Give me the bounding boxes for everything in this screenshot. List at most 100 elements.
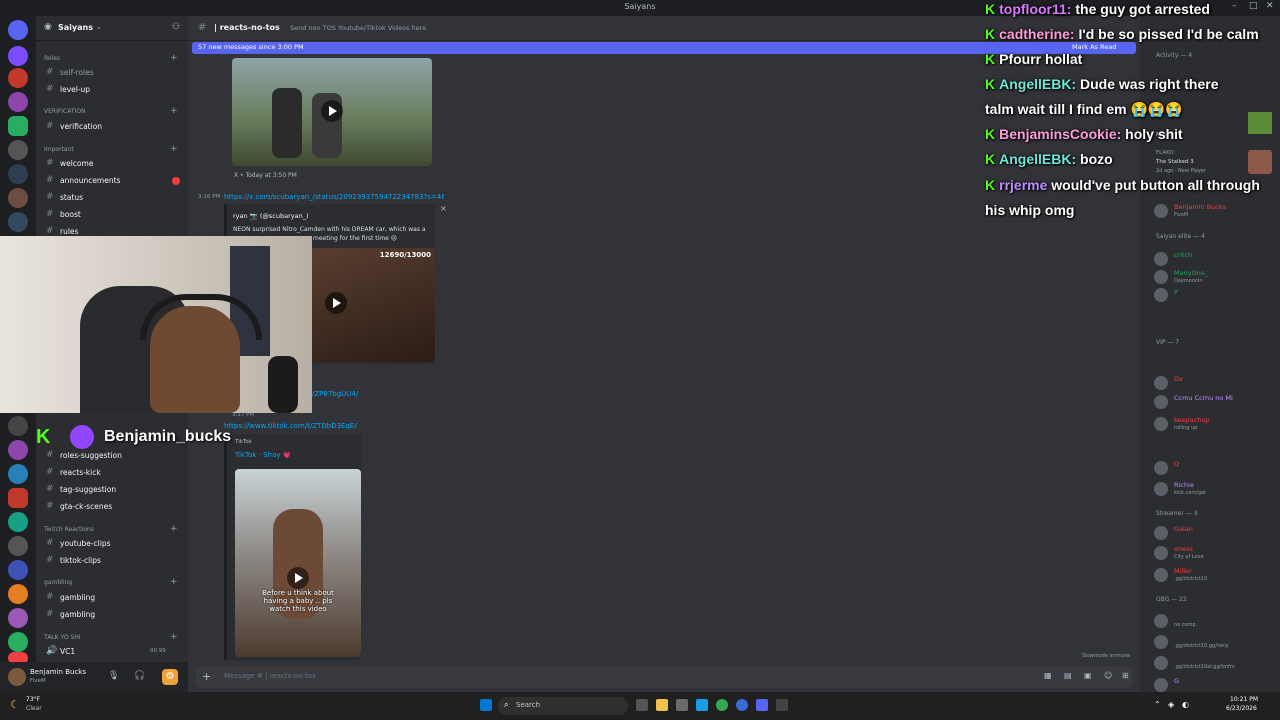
video-thumbnail[interactable]: 12690/13000: [311, 248, 435, 362]
chat-line: Kcadtherine: I'd be so pissed I'd be cal…: [985, 26, 1280, 42]
channel-boost[interactable]: # boost: [46, 208, 182, 222]
server-icon[interactable]: [8, 188, 28, 208]
chrome-icon[interactable]: [716, 699, 728, 711]
channel-status[interactable]: # status: [46, 191, 182, 205]
member-item[interactable]: Dx: [1154, 374, 1278, 392]
member-item[interactable]: no comp.: [1154, 612, 1278, 630]
server-icon[interactable]: [8, 416, 28, 436]
member-item[interactable]: Galan: [1154, 524, 1278, 542]
server-icon[interactable]: [8, 92, 28, 112]
remove-embed-icon[interactable]: ×: [440, 204, 447, 213]
sticker-icon[interactable]: ▣: [1084, 671, 1092, 680]
category-important[interactable]: Important +: [44, 144, 178, 154]
discord-icon[interactable]: [756, 699, 768, 711]
tiktok-link[interactable]: https://www.tiktok.com/t/ZTDbD3EqE/: [224, 422, 357, 430]
video-thumbnail[interactable]: [232, 58, 432, 166]
member-item[interactable]: critch: [1154, 250, 1278, 268]
weather-temp: 73°F: [26, 696, 41, 703]
member-item[interactable]: Miller .gg/district10: [1154, 566, 1278, 584]
gear-icon[interactable]: ⚙: [162, 669, 178, 685]
member-item[interactable]: y: [1154, 286, 1278, 304]
channel-tag-suggestion[interactable]: # tag-suggestion: [46, 483, 182, 497]
tray-chevron-icon[interactable]: ⌃: [1154, 700, 1161, 709]
message-link[interactable]: https://x.com/scubaryan_/status/20923937…: [224, 193, 444, 201]
category-verification[interactable]: VERIFICATION +: [44, 106, 178, 116]
voice-channel-vc1[interactable]: 🔊 VC1 00 99: [46, 645, 182, 659]
add-channel-icon[interactable]: +: [170, 53, 178, 63]
gif-icon[interactable]: ▤: [1064, 671, 1072, 680]
member-item[interactable]: oness City of Love: [1154, 544, 1278, 562]
channel-youtube-clips[interactable]: # youtube-clips: [46, 537, 182, 551]
windows-start-icon[interactable]: [480, 699, 492, 711]
add-attachment-icon[interactable]: +: [202, 670, 211, 683]
channel-reacts-kick[interactable]: # reacts-kick: [46, 466, 182, 480]
browser-icon[interactable]: [736, 699, 748, 711]
network-icon[interactable]: ◈: [1168, 700, 1174, 709]
settings-icon[interactable]: [676, 699, 688, 711]
taskbar-search[interactable]: ⌕ Search: [498, 697, 628, 715]
server-icon[interactable]: [8, 536, 28, 556]
avatar[interactable]: [8, 668, 26, 686]
server-icon[interactable]: [8, 140, 28, 160]
channel-welcome[interactable]: # welcome: [46, 157, 182, 171]
member-item[interactable]: ManyOne_ Daymoonin: [1154, 268, 1278, 286]
message-link-tail[interactable]: /ZP87bgUU4/: [312, 390, 358, 398]
channel-gta-ck-scenes[interactable]: # gta-ck-scenes: [46, 500, 182, 514]
apps-icon[interactable]: ⊞: [1122, 671, 1129, 680]
channel-gambling-2[interactable]: # gambling: [46, 608, 182, 622]
volume-icon[interactable]: ◐: [1182, 700, 1189, 709]
server-icon[interactable]: [8, 68, 28, 88]
server-icon[interactable]: [8, 488, 28, 508]
server-icon[interactable]: [8, 46, 28, 66]
server-icon[interactable]: [8, 608, 28, 628]
channel-self-roles[interactable]: # self-roles: [46, 66, 182, 80]
channel-announcements[interactable]: # announcements: [46, 174, 182, 188]
play-icon[interactable]: [321, 100, 343, 122]
embed-author[interactable]: ryan 📷 (@scubaryan_): [233, 212, 308, 220]
server-icon[interactable]: [8, 464, 28, 484]
server-header[interactable]: ◉ Saiyans ⌄ ⚇: [36, 16, 188, 41]
channel-gambling[interactable]: # gambling: [46, 591, 182, 605]
member-status: no comp.: [1174, 622, 1198, 628]
member-item[interactable]: keepachop rolling up: [1154, 415, 1278, 433]
server-icon[interactable]: [8, 164, 28, 184]
member-item[interactable]: .gg/district10.gg/nerp: [1154, 633, 1278, 651]
discord-home-icon[interactable]: [8, 20, 28, 40]
steam-icon[interactable]: [696, 699, 708, 711]
category-twitch-reactions[interactable]: Twitch Reactions +: [44, 524, 178, 534]
microphone-icon[interactable]: 🎙: [108, 671, 119, 681]
category-roles[interactable]: Roles +: [44, 53, 178, 63]
add-user-icon[interactable]: ⚇: [172, 22, 180, 32]
emoji-icon[interactable]: ☺: [1104, 671, 1112, 680]
play-icon[interactable]: [287, 567, 309, 589]
gift-icon[interactable]: ▦: [1044, 671, 1052, 680]
server-icon[interactable]: [8, 512, 28, 532]
clock-time[interactable]: 10:21 PM: [1230, 696, 1258, 703]
video-thumbnail[interactable]: Before u think about having a baby .. pl…: [235, 469, 361, 657]
member-item[interactable]: Richie kick.com/gar: [1154, 480, 1278, 498]
server-icon[interactable]: [8, 116, 28, 136]
member-item[interactable]: Q: [1154, 459, 1278, 477]
channel-verification[interactable]: # verification: [46, 120, 182, 134]
channel-tiktok-clips[interactable]: # tiktok-clips: [46, 554, 182, 568]
server-icon[interactable]: [8, 440, 28, 460]
message-composer[interactable]: + Message # | reacts-no-tos ▦ ▤ ▣ ☺ ⊞: [196, 666, 1132, 688]
server-icon[interactable]: [8, 632, 28, 652]
app-icon[interactable]: [776, 699, 788, 711]
headphones-icon[interactable]: 🎧: [134, 671, 145, 681]
channel-roles-suggestion[interactable]: # roles-suggestion: [46, 449, 182, 463]
member-name: Ccmu Ccmu no Mi: [1174, 394, 1233, 402]
channel-level-up[interactable]: # level-up: [46, 83, 182, 97]
play-icon[interactable]: [325, 292, 347, 314]
server-icon[interactable]: [8, 560, 28, 580]
category-gambling[interactable]: gambling +: [44, 577, 178, 587]
server-icon[interactable]: [8, 584, 28, 604]
embed-title[interactable]: TikTok · Shay 💗: [235, 451, 291, 459]
task-view-icon[interactable]: [636, 699, 648, 711]
file-explorer-icon[interactable]: [656, 699, 668, 711]
clock-date[interactable]: 6/23/2026: [1226, 705, 1257, 712]
server-icon[interactable]: [8, 212, 28, 232]
category-talk[interactable]: TALK YO SHI +: [44, 632, 178, 642]
member-item[interactable]: .gg/district10al.gg/tmfrs: [1154, 654, 1278, 672]
member-item[interactable]: Ccmu Ccmu no Mi: [1154, 393, 1278, 411]
